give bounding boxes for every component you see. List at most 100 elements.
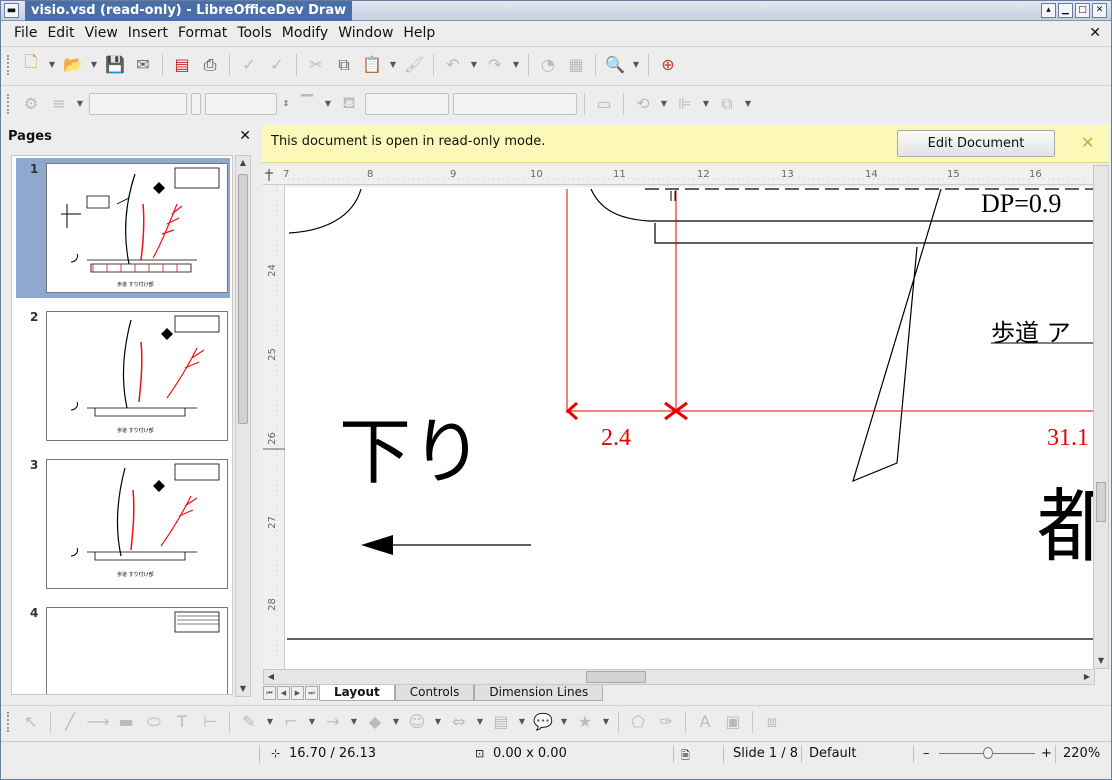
export-pdf-icon[interactable]: ▤ [170, 53, 194, 77]
zoom-slider-knob[interactable] [983, 747, 993, 759]
ellipse-icon[interactable]: ⬭ [142, 710, 166, 734]
paste-icon[interactable]: 📋 [360, 53, 384, 77]
tab-controls[interactable]: Controls [394, 685, 475, 701]
symbol-shapes-dropdown-icon[interactable]: ▼ [433, 717, 443, 726]
area-fill-select[interactable] [453, 92, 577, 115]
toolbar-grip-3[interactable] [7, 711, 11, 732]
save-icon[interactable]: 💾 [103, 53, 127, 77]
print-icon[interactable]: ⎙ [198, 53, 222, 77]
vertical-ruler[interactable]: 24 25 26 27 28 [263, 185, 285, 669]
menu-help[interactable]: Help [398, 22, 440, 44]
close-window-button[interactable]: ✕ [1092, 3, 1107, 18]
symbol-shapes-icon[interactable]: ☺ [405, 710, 429, 734]
zoom-in-icon[interactable]: + [1041, 746, 1052, 761]
maximize-button[interactable]: □ [1075, 3, 1090, 18]
fontwork-icon[interactable]: A [693, 710, 717, 734]
text-tool-icon[interactable]: T [170, 710, 194, 734]
stars-dropdown-icon[interactable]: ▼ [601, 717, 611, 726]
shadow-icon[interactable]: ▭ [592, 92, 616, 116]
select-arrow-icon[interactable]: ↖ [19, 710, 43, 734]
line-color-dropdown-icon[interactable]: ▼ [323, 99, 333, 108]
spellcheck-icon[interactable]: ✓ [237, 53, 261, 77]
block-arrows-icon[interactable]: ⇔ [447, 710, 471, 734]
help-lifebuoy-icon[interactable]: ⊕ [656, 53, 680, 77]
fill-bucket-icon[interactable]: ⛾ [337, 92, 361, 116]
email-icon[interactable]: ✉ [131, 53, 155, 77]
vertical-scrollbar[interactable]: ▼ [1093, 165, 1109, 669]
menu-format[interactable]: Format [173, 22, 232, 44]
line-tool-icon[interactable]: ╱ [58, 710, 82, 734]
window-menu-button[interactable]: ▬ [4, 3, 19, 18]
zoom-level[interactable]: 220% [1063, 746, 1100, 761]
next-tab-icon[interactable]: ▶ [291, 686, 304, 700]
block-arrows-dropdown-icon[interactable]: ▼ [475, 717, 485, 726]
cut-icon[interactable]: ✂ [304, 53, 328, 77]
clone-formatting-icon[interactable]: 🖌 [402, 53, 426, 77]
connector-icon[interactable]: ⌐ [279, 710, 303, 734]
horizontal-ruler[interactable]: 7 8 9 10 11 12 13 14 15 16 [263, 165, 1093, 185]
close-document-icon[interactable]: ✕ [1089, 22, 1101, 44]
scroll-left-icon[interactable]: ◀ [264, 670, 278, 684]
line-style-dropdown-icon[interactable]: ▼ [75, 99, 85, 108]
zoom-icon[interactable]: 🔍 [603, 53, 627, 77]
line-style-arrow[interactable] [191, 92, 201, 115]
drawing-canvas[interactable]: DP=0.9 歩道 ア 2.4 31.1 下り 都 [285, 187, 1093, 669]
lines-arrows-icon[interactable]: → [321, 710, 345, 734]
glue-points-icon[interactable]: ✑ [654, 710, 678, 734]
page-thumbnail-3[interactable]: 3 歩道 すり付け部 [16, 454, 230, 594]
zoom-dropdown-icon[interactable]: ▼ [631, 60, 641, 69]
autospell-icon[interactable]: ✓ [265, 53, 289, 77]
curve-icon[interactable]: ✎ [237, 710, 261, 734]
rotate-dropdown-icon[interactable]: ▼ [659, 99, 669, 108]
line-width-field[interactable] [205, 92, 277, 115]
page-thumbnail-4[interactable]: 4 [16, 602, 230, 694]
new-dropdown-icon[interactable]: ▼ [47, 60, 57, 69]
page-thumbnail-1[interactable]: 1 歩道 すり付け部 [16, 158, 230, 298]
copy-icon[interactable]: ⧉ [332, 53, 356, 77]
chart-icon[interactable]: ◔ [536, 53, 560, 77]
rectangle-icon[interactable]: ▬ [114, 710, 138, 734]
tab-dimension-lines[interactable]: Dimension Lines [474, 685, 604, 701]
menu-file[interactable]: File [9, 22, 42, 44]
tab-layout[interactable]: Layout [319, 685, 395, 701]
flowchart-dropdown-icon[interactable]: ▼ [517, 717, 527, 726]
open-folder-icon[interactable]: 📂 [61, 53, 85, 77]
dimension-line-icon[interactable]: ⊢ [198, 710, 222, 734]
undo-dropdown-icon[interactable]: ▼ [469, 60, 479, 69]
menu-modify[interactable]: Modify [277, 22, 333, 44]
scroll-right-icon[interactable]: ▶ [1080, 670, 1094, 684]
stars-icon[interactable]: ★ [573, 710, 597, 734]
insert-image-icon[interactable]: ▣ [721, 710, 745, 734]
points-icon[interactable]: ⬠ [626, 710, 650, 734]
document-modified-icon[interactable]: 🗎 [681, 747, 690, 766]
zoom-out-icon[interactable]: – [923, 746, 930, 761]
area-style-icon[interactable]: ⚙ [19, 92, 43, 116]
line-style-select[interactable] [89, 92, 187, 115]
redo-dropdown-icon[interactable]: ▼ [511, 60, 521, 69]
close-pages-icon[interactable]: ✕ [239, 128, 251, 144]
menu-insert[interactable]: Insert [123, 22, 173, 44]
basic-shapes-icon[interactable]: ◆ [363, 710, 387, 734]
extrusion-icon[interactable]: ⧈ [760, 710, 784, 734]
line-width-spin-icon[interactable]: ⇕ [281, 99, 291, 108]
connector-dropdown-icon[interactable]: ▼ [307, 717, 317, 726]
edit-document-button[interactable]: Edit Document [897, 130, 1055, 157]
master-page-name[interactable]: Default [809, 746, 857, 761]
horizontal-scrollbar[interactable]: ◀ ▶ [263, 669, 1095, 685]
menu-window[interactable]: Window [333, 22, 398, 44]
align-dropdown-icon[interactable]: ▼ [701, 99, 711, 108]
area-style-select[interactable] [365, 92, 449, 115]
menu-view[interactable]: View [80, 22, 123, 44]
curve-dropdown-icon[interactable]: ▼ [265, 717, 275, 726]
arrange-dropdown-icon[interactable]: ▼ [743, 99, 753, 108]
arrange-icon[interactable]: ⧉ [715, 92, 739, 116]
callouts-icon[interactable]: 💬 [531, 710, 555, 734]
open-dropdown-icon[interactable]: ▼ [89, 60, 99, 69]
line-color-icon[interactable]: ▔ [295, 92, 319, 116]
menu-edit[interactable]: Edit [42, 22, 79, 44]
toolbar-grip-2[interactable] [7, 93, 11, 114]
flowchart-icon[interactable]: ▤ [489, 710, 513, 734]
toolbar-grip[interactable] [7, 54, 11, 75]
lines-dropdown-icon[interactable]: ▼ [349, 717, 359, 726]
undo-icon[interactable]: ↶ [441, 53, 465, 77]
